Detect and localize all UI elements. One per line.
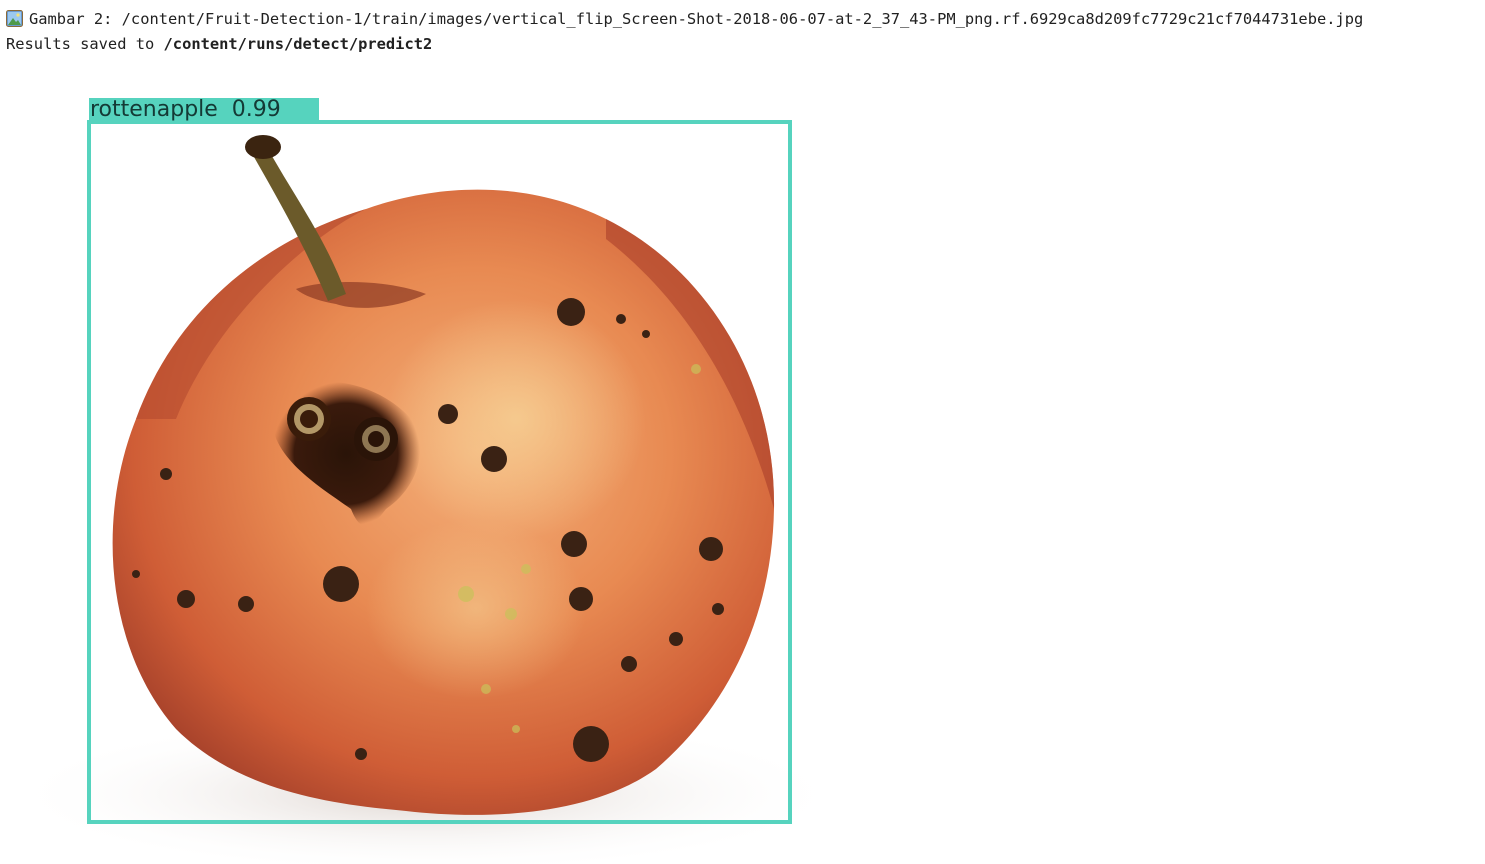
framed-picture-icon	[6, 10, 23, 27]
bbox-label-text: rottenapple 0.99	[90, 97, 281, 122]
results-prefix: Results saved to	[6, 35, 164, 53]
output-line-image-caption: Gambar 2: /content/Fruit-Detection-1/tra…	[6, 9, 1363, 29]
rotten-apple-photo	[6, 89, 839, 864]
output-line-results-saved: Results saved to /content/runs/detect/pr…	[6, 34, 432, 54]
results-path: /content/runs/detect/predict2	[163, 35, 433, 53]
detection-output-image: rottenapple 0.99	[6, 89, 839, 864]
caption-text: Gambar 2: /content/Fruit-Detection-1/tra…	[29, 10, 1364, 28]
